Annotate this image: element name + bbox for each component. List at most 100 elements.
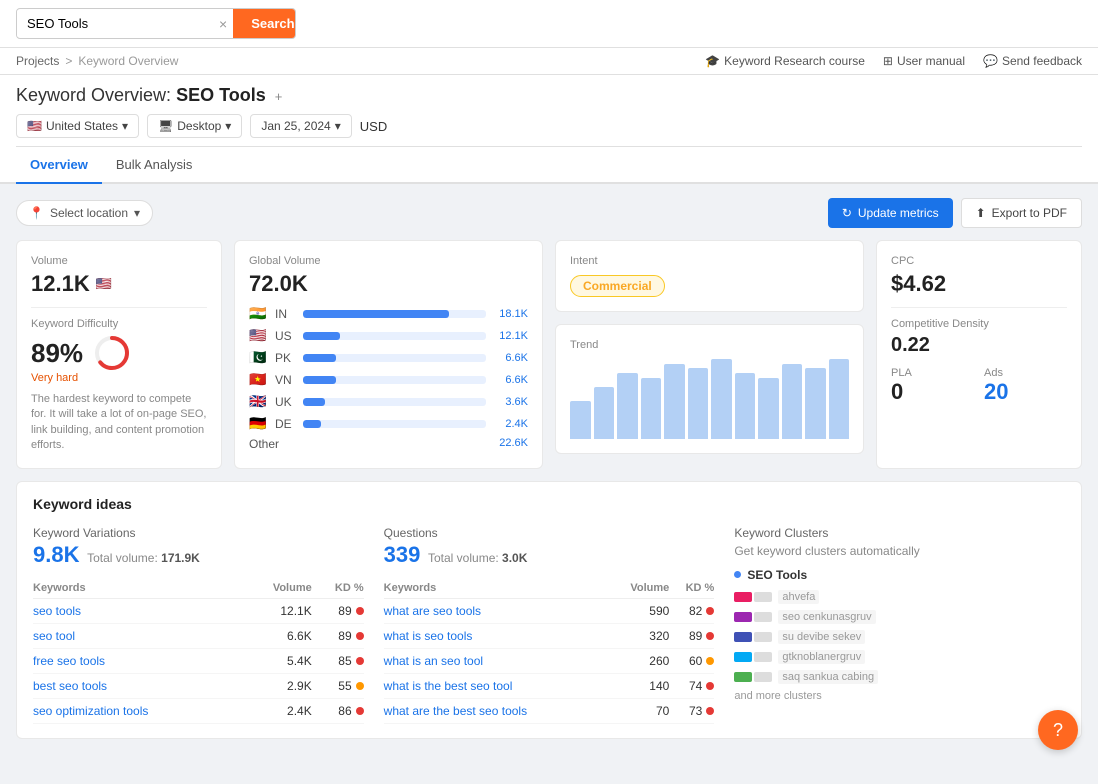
trend-bar — [782, 364, 803, 439]
variations-table: Keywords Volume KD % seo tools 12.1K 89s… — [33, 578, 364, 724]
cpc-value: $4.62 — [891, 271, 1067, 297]
gv-bar-bg — [303, 398, 486, 406]
export-pdf-button[interactable]: ⬆ Export to PDF — [961, 198, 1082, 228]
export-icon: ⬆ — [976, 206, 986, 220]
trend-bar — [711, 359, 732, 439]
gv-bar — [303, 332, 340, 340]
kd-dot — [356, 707, 364, 715]
intent-trend-col: Intent Commercial Trend — [555, 240, 864, 469]
cluster-label: seo cenkunasgruv — [778, 610, 875, 624]
gv-num: 6.6K — [492, 352, 528, 364]
keyword-link[interactable]: what are seo tools — [384, 604, 481, 618]
volume-cell: 140 — [608, 673, 669, 698]
global-volume-value: 72.0K — [249, 271, 528, 297]
cluster-color-bars — [734, 612, 772, 622]
keyword-cell: seo tool — [33, 623, 241, 648]
cluster-label: saq sankua cabing — [778, 670, 878, 684]
update-metrics-button[interactable]: ↻ Update metrics — [828, 198, 953, 228]
course-link[interactable]: 🎓 Keyword Research course — [705, 54, 865, 68]
trend-bars — [570, 359, 849, 439]
country-filter[interactable]: 🇺🇸 United States ▾ — [16, 114, 139, 138]
search-input[interactable] — [17, 10, 213, 37]
feedback-link[interactable]: 💬 Send feedback — [983, 54, 1082, 68]
keyword-link[interactable]: what are the best seo tools — [384, 704, 527, 718]
cpc-label: CPC — [891, 255, 1067, 267]
gv-flag: 🇵🇰 — [249, 349, 269, 366]
gv-flag: 🇩🇪 — [249, 415, 269, 432]
cluster-color-bars — [734, 632, 772, 642]
location-select[interactable]: 📍 Select location ▾ — [16, 200, 153, 226]
gv-code: DE — [275, 417, 297, 431]
add-keyword-icon[interactable]: + — [275, 89, 283, 104]
kd-cell: 60 — [669, 648, 714, 673]
gv-code: IN — [275, 307, 297, 321]
page-title: Keyword Overview: SEO Tools + — [16, 85, 1082, 106]
cluster-label: ahvefa — [778, 590, 819, 604]
trend-bar — [805, 368, 826, 439]
device-filter[interactable]: 🖥 Desktop ▾ — [147, 114, 242, 138]
kd-cell: 89 — [669, 623, 714, 648]
variations-total: Total volume: 171.9K — [87, 551, 200, 565]
volume-cell: 12.1K — [241, 598, 311, 623]
cluster-bar — [734, 612, 752, 622]
keyword-link[interactable]: seo optimization tools — [33, 704, 148, 718]
filters-row: 🇺🇸 United States ▾ 🖥 Desktop ▾ Jan 25, 2… — [16, 114, 1082, 147]
gv-bar — [303, 420, 321, 428]
volume-cell: 2.9K — [241, 673, 311, 698]
kd-dot — [706, 707, 714, 715]
header-actions: 🎓 Keyword Research course ⊞ User manual … — [705, 54, 1082, 68]
tab-overview[interactable]: Overview — [16, 147, 102, 184]
trend-bar — [758, 378, 779, 439]
manual-link[interactable]: ⊞ User manual — [883, 54, 965, 68]
kd-section: Keyword Difficulty 89% Very hard The har… — [31, 318, 207, 454]
gv-bar-bg — [303, 376, 486, 384]
search-button[interactable]: Search — [233, 9, 296, 38]
sub-clusters: ahvefa seo cenkunasgruv su devibe sekev … — [734, 590, 1065, 684]
keyword-link[interactable]: best seo tools — [33, 679, 107, 693]
kd-dot — [356, 607, 364, 615]
clear-button[interactable]: × — [213, 12, 233, 36]
kd-dot — [356, 657, 364, 665]
currency-label: USD — [360, 119, 387, 134]
location-pin-icon: 📍 — [29, 206, 44, 220]
cluster-bar — [734, 652, 752, 662]
main-cluster: SEO Tools — [734, 568, 1065, 582]
keyword-link[interactable]: seo tool — [33, 629, 75, 643]
gv-num: 18.1K — [492, 308, 528, 320]
chevron-date-icon: ▾ — [335, 119, 341, 133]
keyword-link[interactable]: seo tools — [33, 604, 81, 618]
breadcrumb-projects[interactable]: Projects — [16, 54, 59, 68]
kd-label: Keyword Difficulty — [31, 318, 207, 330]
keyword-link[interactable]: what is an seo tool — [384, 654, 483, 668]
keyword-link[interactable]: what is the best seo tool — [384, 679, 513, 693]
list-item: ahvefa — [734, 590, 1065, 604]
date-filter[interactable]: Jan 25, 2024 ▾ — [250, 114, 351, 138]
keyword-cell: free seo tools — [33, 648, 241, 673]
tabs: Overview Bulk Analysis — [0, 147, 1098, 184]
kd-dot — [356, 632, 364, 640]
help-button[interactable]: ? — [1038, 710, 1078, 750]
questions-table: Keywords Volume KD % what are seo tools … — [384, 578, 715, 724]
cluster-label: gtknoblanergruv — [778, 650, 865, 664]
keyword-link[interactable]: what is seo tools — [384, 629, 473, 643]
table-row: what is an seo tool 260 60 — [384, 648, 715, 673]
gv-flag: 🇺🇸 — [249, 327, 269, 344]
ads-item: Ads 20 — [984, 367, 1067, 405]
global-volume-row: 🇻🇳 VN 6.6K — [249, 371, 528, 388]
keyword-cell: best seo tools — [33, 673, 241, 698]
gv-other: Other 22.6K — [249, 437, 528, 451]
list-item: seo cenkunasgruv — [734, 610, 1065, 624]
kd-dot — [706, 632, 714, 640]
kd-value-row: 89% — [31, 334, 207, 372]
table-row: seo optimization tools 2.4K 86 — [33, 698, 364, 723]
keyword-cell: what is the best seo tool — [384, 673, 609, 698]
trend-bar — [829, 359, 850, 439]
kd-cell: 89 — [312, 623, 364, 648]
gv-bar-bg — [303, 420, 486, 428]
keyword-link[interactable]: free seo tools — [33, 654, 105, 668]
intent-label: Intent — [570, 255, 849, 267]
competitive-density-label: Competitive Density — [891, 318, 1067, 330]
questions-count: 339 — [384, 542, 421, 567]
questions-section: Questions 339 Total volume: 3.0K Keyword… — [384, 526, 715, 724]
tab-bulk-analysis[interactable]: Bulk Analysis — [102, 147, 207, 184]
